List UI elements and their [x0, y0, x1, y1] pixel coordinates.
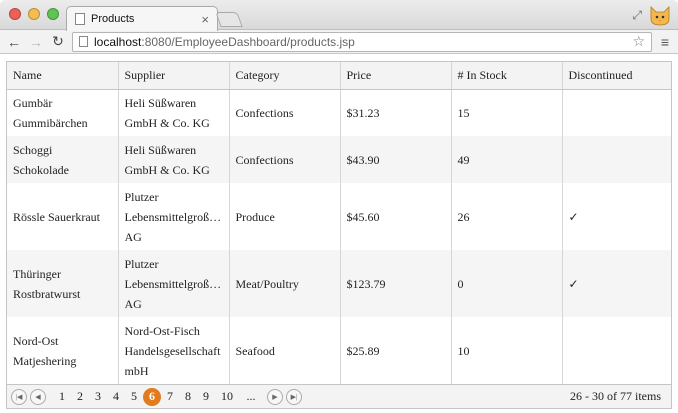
- checkmark-icon: ✓: [568, 276, 579, 291]
- cell-supplier: Plutzer Lebensmittelgroß… AG: [118, 183, 230, 250]
- more-pages-link[interactable]: ...: [239, 388, 263, 406]
- page-icon: [79, 36, 88, 47]
- cell-price: $31.23: [340, 89, 452, 136]
- forward-arrow-icon[interactable]: →: [28, 34, 44, 50]
- cell-name: Gumbär Gummibärchen: [7, 89, 119, 136]
- products-table: Name Supplier Category Price # In Stock …: [7, 62, 671, 384]
- column-header-discontinued[interactable]: Discontinued: [562, 62, 671, 90]
- cell-supplier: Heli Süßwaren GmbH & Co. KG: [118, 89, 230, 136]
- page-content: Name Supplier Category Price # In Stock …: [0, 55, 678, 413]
- page-link[interactable]: 3: [89, 388, 107, 406]
- page-icon: [75, 13, 85, 25]
- pager: |◀ ◀ 1 2 3 4 5 6 7 8 9 10 ... ▶ ▶| 26 -: [7, 384, 671, 408]
- checkmark-icon: ✓: [568, 209, 579, 224]
- current-page: 6: [143, 387, 161, 406]
- page-link[interactable]: 9: [197, 388, 215, 406]
- reload-icon[interactable]: ↻: [50, 33, 66, 50]
- browser-tab[interactable]: Products ×: [66, 6, 218, 31]
- back-arrow-icon[interactable]: ←: [6, 34, 22, 50]
- cell-in-stock: 15: [451, 89, 563, 136]
- cell-price: $25.89: [340, 317, 452, 384]
- column-header-name[interactable]: Name: [7, 62, 119, 90]
- maximize-window-button[interactable]: [47, 8, 59, 20]
- products-grid: Name Supplier Category Price # In Stock …: [6, 61, 672, 409]
- fullscreen-icon[interactable]: ⤢: [632, 8, 642, 23]
- table-row[interactable]: Schoggi Schokolade Heli Süßwaren GmbH & Co…: [7, 136, 671, 183]
- table-row[interactable]: Rössle Sauerkraut Plutzer Lebensmittelgro…: [7, 183, 671, 250]
- cell-discontinued: ✓: [562, 250, 671, 317]
- page-link[interactable]: 4: [107, 388, 125, 406]
- cell-in-stock: 26: [451, 183, 563, 250]
- cell-category: Produce: [229, 183, 341, 250]
- cell-in-stock: 49: [451, 136, 563, 183]
- previous-page-icon[interactable]: ◀: [30, 388, 46, 405]
- tab-title: Products: [91, 13, 135, 25]
- cell-name: Nord-Ost Matjeshering: [7, 317, 119, 384]
- cell-in-stock: 0: [451, 250, 563, 317]
- cell-discontinued: [562, 136, 671, 183]
- close-tab-icon[interactable]: ×: [201, 13, 209, 26]
- url-path: :8080/EmployeeDashboard/products.jsp: [141, 34, 355, 49]
- table-row[interactable]: Gumbär Gummibärchen Heli Süßwaren GmbH & C…: [7, 89, 671, 136]
- cell-name: Rössle Sauerkraut: [7, 183, 119, 250]
- browser-toolbar: ← → ↻ localhost :8080/EmployeeDashboard/…: [0, 30, 678, 54]
- bookmark-star-icon[interactable]: ☆: [632, 33, 645, 50]
- cell-discontinued: ✓: [562, 183, 671, 250]
- cell-name: Schoggi Schokolade: [7, 136, 119, 183]
- page-link[interactable]: 8: [179, 388, 197, 406]
- column-header-in-stock[interactable]: # In Stock: [451, 62, 563, 90]
- page-link[interactable]: 10: [215, 388, 239, 406]
- pager-info: 26 - 30 of 77 items: [570, 389, 661, 403]
- column-header-price[interactable]: Price: [340, 62, 452, 90]
- first-page-icon[interactable]: |◀: [11, 388, 27, 405]
- last-page-icon[interactable]: ▶|: [286, 388, 302, 405]
- cell-supplier: Plutzer Lebensmittelgroß… AG: [118, 250, 230, 317]
- page-link[interactable]: 1: [53, 388, 71, 406]
- menu-icon[interactable]: ≡: [658, 34, 672, 50]
- column-header-supplier[interactable]: Supplier: [118, 62, 230, 90]
- table-row[interactable]: Thüringer Rostbratwurst Plutzer Lebensmitt…: [7, 250, 671, 317]
- url-host: localhost: [94, 34, 142, 49]
- minimize-window-button[interactable]: [28, 8, 40, 20]
- browser-window: Products × ⤢ ← → ↻ localhost :8080/Emplo…: [0, 0, 678, 413]
- new-tab-button[interactable]: [215, 12, 243, 27]
- title-bar: Products × ⤢: [0, 0, 678, 31]
- cell-supplier: Nord-Ost-Fisch Handelsgesellschaft mbH: [118, 317, 230, 384]
- address-bar[interactable]: localhost :8080/EmployeeDashboard/produc…: [72, 31, 652, 52]
- cell-category: Confections: [229, 136, 341, 183]
- cell-name: Thüringer Rostbratwurst: [7, 250, 119, 317]
- page-numbers: 1 2 3 4 5 6 7 8 9 10 ...: [53, 387, 263, 406]
- table-row[interactable]: Nord-Ost Matjeshering Nord-Ost-Fisch Hande…: [7, 317, 671, 384]
- cell-discontinued: [562, 89, 671, 136]
- header-row: Name Supplier Category Price # In Stock …: [7, 62, 671, 90]
- page-link[interactable]: 5: [125, 388, 143, 406]
- cell-price: $45.60: [340, 183, 452, 250]
- cell-in-stock: 10: [451, 317, 563, 384]
- window-controls: [9, 8, 59, 20]
- cell-discontinued: [562, 317, 671, 384]
- cell-price: $43.90: [340, 136, 452, 183]
- next-page-icon[interactable]: ▶: [267, 388, 283, 405]
- column-header-category[interactable]: Category: [229, 62, 341, 90]
- cell-category: Seafood: [229, 317, 341, 384]
- cell-category: Confections: [229, 89, 341, 136]
- page-link[interactable]: 2: [71, 388, 89, 406]
- cell-price: $123.79: [340, 250, 452, 317]
- cat-avatar-icon[interactable]: [648, 3, 672, 27]
- cell-category: Meat/Poultry: [229, 250, 341, 317]
- page-link[interactable]: 7: [161, 388, 179, 406]
- close-window-button[interactable]: [9, 8, 21, 20]
- cell-supplier: Heli Süßwaren GmbH & Co. KG: [118, 136, 230, 183]
